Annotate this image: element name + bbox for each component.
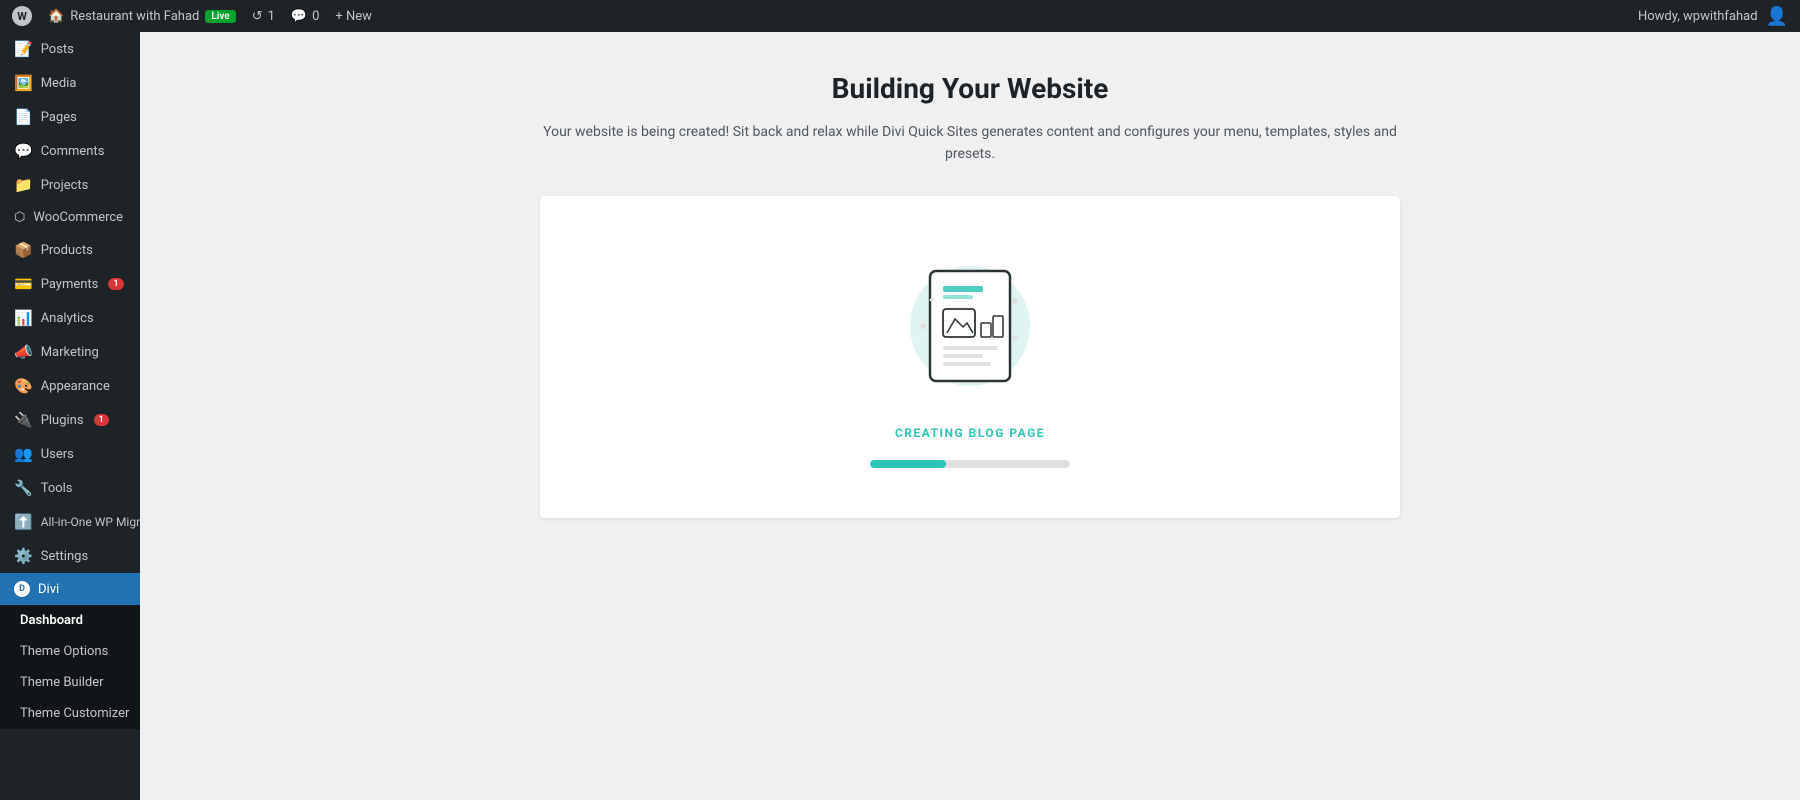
sidebar-item-label: Posts	[41, 42, 74, 57]
sidebar-item-label: Projects	[41, 178, 89, 193]
submenu-item-dashboard[interactable]: Dashboard	[0, 605, 140, 636]
analytics-icon: 📊	[14, 309, 33, 327]
sidebar-item-marketing[interactable]: 📣 Marketing	[0, 335, 140, 369]
wp-logo-icon: W	[12, 6, 32, 26]
user-greeting: Howdy, wpwithfahad	[1638, 9, 1758, 24]
pages-icon: 📄	[14, 108, 33, 126]
site-name-text: Restaurant with Fahad	[70, 9, 199, 24]
sidebar-item-analytics[interactable]: 📊 Analytics	[0, 301, 140, 335]
divi-icon: D	[14, 581, 30, 597]
progress-card: CREATING BLOG PAGE	[540, 196, 1400, 518]
submenu-label: Theme Builder	[20, 675, 104, 690]
sidebar-item-label: Payments	[41, 277, 99, 292]
admin-bar: W 🏠 Restaurant with Fahad Live ↺ 1 💬 0 +…	[0, 0, 1800, 32]
submenu-label: Theme Options	[20, 644, 108, 659]
sidebar-item-label: Tools	[41, 481, 73, 496]
sidebar-item-comments[interactable]: 💬 Comments	[0, 134, 140, 168]
payments-icon: 💳	[14, 275, 33, 293]
sidebar-item-users[interactable]: 👥 Users	[0, 437, 140, 471]
sidebar-item-projects[interactable]: 📁 Projects	[0, 168, 140, 202]
illustration	[890, 246, 1050, 406]
new-label: + New	[335, 9, 372, 24]
comments-icon: 💬	[291, 9, 307, 24]
submenu-label: Dashboard	[20, 613, 83, 628]
sidebar-item-label: Users	[41, 447, 74, 462]
admin-bar-right: Howdy, wpwithfahad 👤	[1638, 6, 1788, 27]
plugins-badge: 1	[94, 414, 109, 426]
comments-count: 0	[312, 9, 319, 24]
sidebar-item-label: WooCommerce	[33, 210, 123, 225]
sidebar-item-payments[interactable]: 💳 Payments 1	[0, 267, 140, 301]
page-title: Building Your Website	[540, 72, 1400, 105]
woocommerce-icon: ⬡	[14, 210, 25, 225]
wp-logo-item[interactable]: W	[12, 6, 32, 26]
posts-icon: 📝	[14, 40, 33, 58]
sidebar-item-label: Media	[41, 76, 77, 91]
sidebar-item-posts[interactable]: 📝 Posts	[0, 32, 140, 66]
plugins-icon: 🔌	[14, 411, 33, 429]
sidebar-item-woocommerce[interactable]: ⬡ WooCommerce	[0, 202, 140, 233]
sidebar-item-allinone[interactable]: ⬆️ All-in-One WP Migration	[0, 505, 140, 539]
progress-bar-fill	[870, 460, 946, 468]
payments-badge: 1	[108, 278, 123, 290]
sidebar-item-label: Analytics	[41, 311, 94, 326]
sidebar-item-label: All-in-One WP Migration	[41, 515, 140, 529]
submenu-item-theme-customizer[interactable]: Theme Customizer	[0, 698, 140, 729]
sidebar-item-label: Marketing	[41, 345, 99, 360]
tablet-illustration	[915, 261, 1025, 391]
sidebar-item-media[interactable]: 🖼️ Media	[0, 66, 140, 100]
sidebar-item-appearance[interactable]: 🎨 Appearance	[0, 369, 140, 403]
layout: 📝 Posts 🖼️ Media 📄 Pages 💬 Comments 📁 Pr…	[0, 32, 1800, 800]
settings-icon: ⚙️	[14, 547, 33, 565]
tools-icon: 🔧	[14, 479, 33, 497]
migration-icon: ⬆️	[14, 513, 33, 531]
sidebar-item-plugins[interactable]: 🔌 Plugins 1	[0, 403, 140, 437]
user-avatar-icon: 👤	[1766, 6, 1788, 27]
sidebar-item-label: Appearance	[41, 379, 110, 394]
page-subtitle: Your website is being created! Sit back …	[540, 121, 1400, 166]
sidebar: 📝 Posts 🖼️ Media 📄 Pages 💬 Comments 📁 Pr…	[0, 32, 140, 800]
revisions-item[interactable]: ↺ 1	[252, 9, 275, 24]
main-content: Building Your Website Your website is be…	[140, 32, 1800, 800]
sidebar-item-label: Comments	[41, 144, 105, 159]
sidebar-item-divi[interactable]: D Divi	[0, 573, 140, 605]
sidebar-item-tools[interactable]: 🔧 Tools	[0, 471, 140, 505]
site-icon: 🏠	[48, 9, 64, 24]
new-item[interactable]: + New	[335, 9, 372, 24]
progress-bar-wrap	[870, 460, 1070, 468]
submenu-label: Theme Customizer	[20, 706, 129, 721]
submenu-item-theme-builder[interactable]: Theme Builder	[0, 667, 140, 698]
comments-icon: 💬	[14, 142, 33, 160]
content-wrap: Building Your Website Your website is be…	[540, 72, 1400, 518]
submenu-item-theme-options[interactable]: Theme Options	[0, 636, 140, 667]
sidebar-item-label: Plugins	[41, 413, 84, 428]
sidebar-item-pages[interactable]: 📄 Pages	[0, 100, 140, 134]
live-badge: Live	[205, 10, 235, 23]
sidebar-item-label: Products	[41, 243, 93, 258]
sidebar-item-products[interactable]: 📦 Products	[0, 233, 140, 267]
site-name-item[interactable]: 🏠 Restaurant with Fahad Live	[48, 9, 236, 24]
appearance-icon: 🎨	[14, 377, 33, 395]
projects-icon: 📁	[14, 176, 33, 194]
users-icon: 👥	[14, 445, 33, 463]
revisions-icon: ↺	[252, 9, 263, 24]
divi-submenu: Dashboard Theme Options Theme Builder Th…	[0, 605, 140, 729]
products-icon: 📦	[14, 241, 33, 259]
marketing-icon: 📣	[14, 343, 33, 361]
sidebar-item-label: Settings	[41, 549, 88, 564]
sidebar-item-label: Divi	[38, 582, 59, 597]
status-text: CREATING BLOG PAGE	[895, 426, 1045, 440]
revisions-count: 1	[268, 9, 275, 24]
sidebar-item-label: Pages	[41, 110, 77, 125]
media-icon: 🖼️	[14, 74, 33, 92]
sidebar-item-settings[interactable]: ⚙️ Settings	[0, 539, 140, 573]
comments-item[interactable]: 💬 0	[291, 9, 320, 24]
